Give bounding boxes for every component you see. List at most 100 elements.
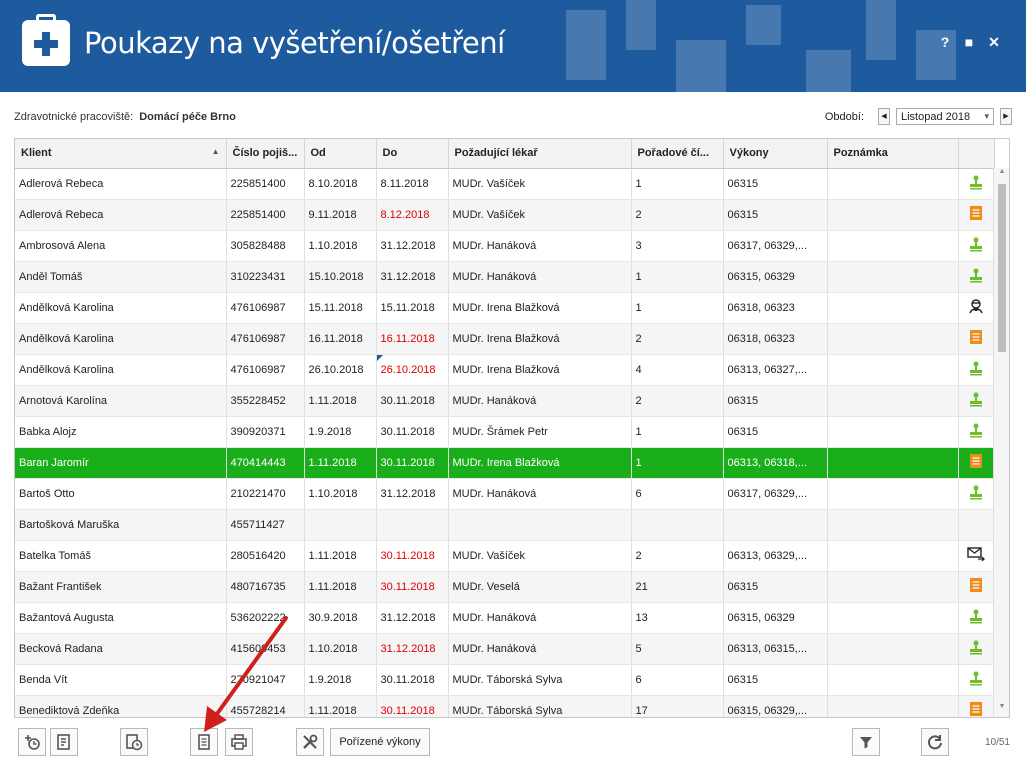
cell-od: 9.11.2018 bbox=[304, 199, 377, 231]
column-header-poznamka[interactable]: Poznámka bbox=[827, 139, 959, 169]
cell-poznamka bbox=[827, 478, 959, 510]
column-header-icon bbox=[958, 139, 995, 169]
column-header-vykony[interactable]: Výkony bbox=[723, 139, 828, 169]
cell-poradove: 1 bbox=[631, 447, 724, 479]
cell-cislo: 455728214 bbox=[226, 695, 305, 717]
table-row[interactable]: Benediktová Zdeňka 455728214 1.11.2018 30.1… bbox=[15, 695, 995, 717]
cell-od: 26.10.2018 bbox=[304, 354, 377, 386]
period-next-button[interactable]: ▶ bbox=[1000, 108, 1012, 125]
cell-poznamka bbox=[827, 354, 959, 386]
table-row[interactable]: Anděl Tomáš 310223431 15.10.2018 31.12.2018… bbox=[15, 261, 995, 293]
column-header-cislo[interactable]: Číslo pojiš... bbox=[226, 139, 305, 169]
table-row[interactable]: Bartošková Maruška 455711427 bbox=[15, 509, 995, 541]
table-row[interactable]: Adlerová Rebeca 225851400 9.11.2018 8.12.20… bbox=[15, 199, 995, 231]
table-row[interactable]: Batelka Tomáš 280516420 1.11.2018 30.11.201… bbox=[15, 540, 995, 572]
period-prev-button[interactable]: ◀ bbox=[878, 108, 890, 125]
cell-od: 1.10.2018 bbox=[304, 478, 377, 510]
filter-button[interactable] bbox=[852, 728, 880, 756]
cell-od: 30.9.2018 bbox=[304, 602, 377, 634]
cell-cislo: 355228452 bbox=[226, 385, 305, 417]
cell-status bbox=[958, 354, 995, 386]
edit-document-button[interactable] bbox=[50, 728, 78, 756]
cell-od: 16.11.2018 bbox=[304, 323, 377, 355]
scroll-up-icon[interactable]: ▲ bbox=[994, 168, 1009, 182]
cell-poradove: 2 bbox=[631, 323, 724, 355]
scroll-down-icon[interactable]: ▼ bbox=[994, 703, 1009, 717]
vertical-scrollbar[interactable]: ▲ ▼ bbox=[993, 168, 1009, 717]
document-icon[interactable] bbox=[969, 454, 983, 472]
stamp-icon[interactable] bbox=[968, 423, 984, 441]
column-header-lekar[interactable]: Požadující lékař bbox=[448, 139, 632, 169]
table-row[interactable]: Baran Jaromír 470414443 1.11.2018 30.11.201… bbox=[15, 447, 995, 479]
cell-od: 1.10.2018 bbox=[304, 230, 377, 262]
table-row[interactable]: Bažantová Augusta 536202222 30.9.2018 31.12… bbox=[15, 602, 995, 634]
column-header-poradove[interactable]: Pořadové čí... bbox=[631, 139, 724, 169]
stamp-icon[interactable] bbox=[968, 609, 984, 627]
stamp-icon[interactable] bbox=[968, 237, 984, 255]
workplace-value: Domácí péče Brno bbox=[139, 111, 236, 123]
cell-cislo: 476106987 bbox=[226, 354, 305, 386]
cell-poradove: 2 bbox=[631, 540, 724, 572]
cell-cislo: 210221470 bbox=[226, 478, 305, 510]
tools-icon bbox=[303, 734, 318, 749]
document-button[interactable] bbox=[190, 728, 218, 756]
cell-poradove: 6 bbox=[631, 664, 724, 696]
porizene-vykony-button[interactable]: Pořízené výkony bbox=[330, 728, 430, 756]
document-icon[interactable] bbox=[969, 206, 983, 224]
cell-poznamka bbox=[827, 571, 959, 603]
help-button[interactable]: ? bbox=[937, 34, 953, 50]
cell-lekar: MUDr. Hanáková bbox=[448, 230, 632, 262]
stamp-icon[interactable] bbox=[968, 392, 984, 410]
add-visit-button[interactable] bbox=[18, 728, 46, 756]
table-row[interactable]: Bartoš Otto 210221470 1.10.2018 31.12.2018 M… bbox=[15, 478, 995, 510]
table-row[interactable]: Andělková Karolina 476106987 16.11.2018 16.… bbox=[15, 323, 995, 355]
cell-status bbox=[958, 478, 995, 510]
table-row[interactable]: Benda Vít 270921047 1.9.2018 30.11.2018 MUDr… bbox=[15, 664, 995, 696]
stamp-icon[interactable] bbox=[968, 361, 984, 379]
document-icon[interactable] bbox=[969, 702, 983, 717]
cell-vykony: 06318, 06323 bbox=[723, 292, 828, 324]
table-row[interactable]: Andělková Karolina 476106987 26.10.2018 26.… bbox=[15, 354, 995, 386]
cell-cislo: 470414443 bbox=[226, 447, 305, 479]
document-icon[interactable] bbox=[969, 330, 983, 348]
cell-status bbox=[958, 230, 995, 262]
chevron-down-icon: ▾ bbox=[984, 111, 989, 121]
cell-lekar: MUDr. Vašíček bbox=[448, 168, 632, 200]
cell-status bbox=[958, 509, 995, 541]
stamp-icon[interactable] bbox=[968, 671, 984, 689]
cell-poznamka bbox=[827, 602, 959, 634]
table-row[interactable]: Arnotová Karolína 355228452 1.11.2018 30.11… bbox=[15, 385, 995, 417]
stamp-icon[interactable] bbox=[968, 640, 984, 658]
table-row[interactable]: Andělková Karolina 476106987 15.11.2018 15.… bbox=[15, 292, 995, 324]
maximize-button[interactable]: ■ bbox=[961, 34, 977, 50]
refresh-button[interactable] bbox=[921, 728, 949, 756]
close-button[interactable]: ✕ bbox=[986, 34, 1002, 51]
cell-klient: Bažantová Augusta bbox=[15, 602, 227, 634]
column-header-do[interactable]: Do bbox=[376, 139, 449, 169]
cell-poradove: 1 bbox=[631, 416, 724, 448]
tools-button[interactable] bbox=[296, 728, 324, 756]
period-select[interactable]: Listopad 2018 ▾ bbox=[896, 108, 994, 125]
column-header-od[interactable]: Od bbox=[304, 139, 377, 169]
stamp-icon[interactable] bbox=[968, 485, 984, 503]
document-icon bbox=[198, 734, 210, 750]
history-button[interactable] bbox=[120, 728, 148, 756]
stamp-icon[interactable] bbox=[968, 268, 984, 286]
cell-od: 1.9.2018 bbox=[304, 416, 377, 448]
table-row[interactable]: Adlerová Rebeca 225851400 8.10.2018 8.11.20… bbox=[15, 168, 995, 200]
print-button[interactable] bbox=[225, 728, 253, 756]
cell-lekar: MUDr. Irena Blažková bbox=[448, 447, 632, 479]
document-icon[interactable] bbox=[969, 578, 983, 596]
column-header-klient[interactable]: Klient ▲ bbox=[15, 139, 227, 169]
cell-klient: Anděl Tomáš bbox=[15, 261, 227, 293]
doctor-icon[interactable] bbox=[968, 299, 984, 317]
table-row[interactable]: Bažant František 480716735 1.11.2018 30.11.… bbox=[15, 571, 995, 603]
cell-do: 30.11.2018 bbox=[376, 385, 449, 417]
table-row[interactable]: Becková Radana 415609453 1.10.2018 31.12.20… bbox=[15, 633, 995, 665]
scroll-thumb[interactable] bbox=[998, 184, 1006, 352]
table-row[interactable]: Ambrosová Alena 305828488 1.10.2018 31.12.2… bbox=[15, 230, 995, 262]
stamp-icon[interactable] bbox=[968, 175, 984, 193]
cell-cislo: 536202222 bbox=[226, 602, 305, 634]
mail-icon[interactable] bbox=[967, 547, 985, 564]
table-row[interactable]: Babka Alojz 390920371 1.9.2018 30.11.2018 MU… bbox=[15, 416, 995, 448]
